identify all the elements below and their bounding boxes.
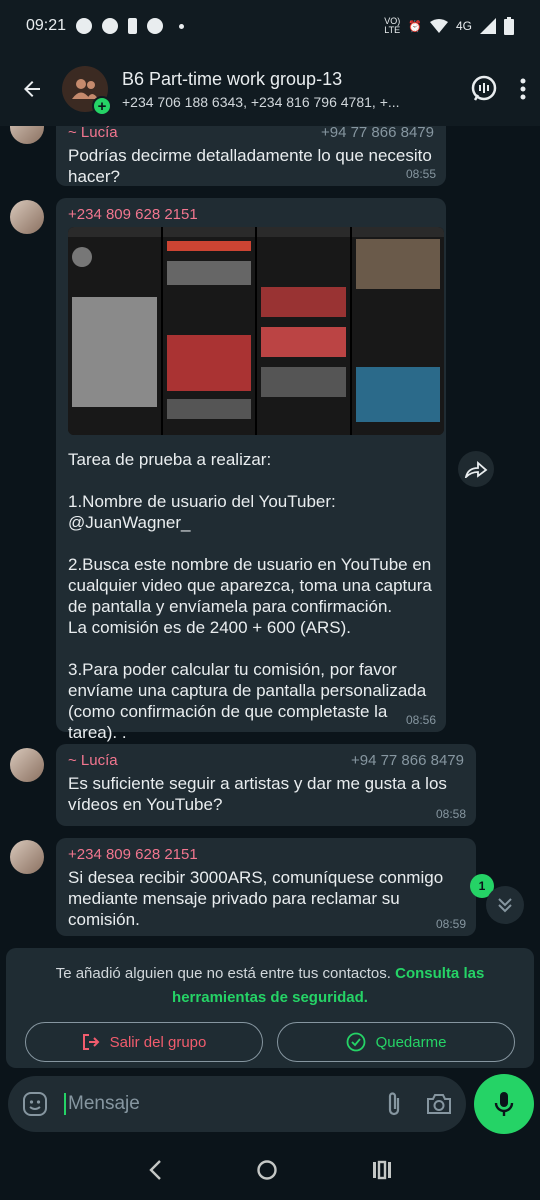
avatar[interactable] — [10, 840, 44, 874]
mic-button[interactable] — [474, 1074, 534, 1134]
chat-header: + B6 Part-time work group-13 +234 706 18… — [0, 52, 540, 126]
status-bar: 09:21 VO) LTE ⏰ 4G — [0, 0, 540, 52]
attach-icon[interactable] — [386, 1090, 402, 1118]
back-nav-icon[interactable] — [147, 1159, 163, 1181]
group-icon — [72, 79, 98, 99]
battery-saver-icon — [128, 18, 138, 34]
message-text: Es suficiente seguir a artistas y dar me… — [68, 774, 452, 814]
image-panel — [257, 227, 352, 435]
message-bubble[interactable]: +234 809 628 2151 Si desea recibir 3000A… — [56, 838, 476, 936]
message-text: Si desea recibir 3000ARS, comuníquese co… — [68, 868, 448, 929]
recents-nav-icon[interactable] — [371, 1159, 393, 1181]
message-bubble[interactable]: +234 809 628 2151 Tarea de prueba a real… — [56, 198, 446, 742]
sender-phone: +94 77 866 8479 — [320, 126, 434, 141]
network-type: 4G — [455, 19, 472, 33]
sender-name: ~ Lucía — [68, 126, 118, 141]
avatar[interactable] — [10, 200, 44, 234]
message-input[interactable] — [64, 1093, 334, 1115]
message-bubble[interactable]: ~ Lucía +94 77 866 8479 Es suficiente se… — [56, 744, 476, 826]
microphone-icon — [494, 1092, 514, 1116]
camera-icon[interactable] — [426, 1093, 452, 1115]
message-time: 08:56 — [405, 713, 436, 727]
message-time: 08:58 — [435, 807, 466, 821]
more-options-icon[interactable] — [520, 78, 526, 100]
group-members: +234 706 188 6343, +234 816 796 4781, +.… — [122, 93, 400, 110]
image-panel — [162, 227, 257, 435]
exit-icon — [82, 1034, 100, 1050]
alarm-icon: ⏰ — [408, 20, 422, 33]
sender-name: ~ Lucía — [68, 752, 118, 769]
message-text: Tarea de prueba a realizar: 1.Nombre de … — [68, 450, 432, 742]
image-panel — [68, 227, 163, 435]
screenshot-image[interactable] — [68, 227, 444, 435]
sender-name: +234 809 628 2151 — [68, 206, 198, 223]
sender-name: +234 809 628 2151 — [68, 846, 198, 863]
avatar[interactable] — [10, 126, 44, 144]
double-chevron-down-icon — [498, 898, 512, 913]
status-time: 09:21 — [26, 17, 67, 34]
voice-chat-icon[interactable] — [470, 75, 498, 103]
message-text: Podrías decirme detalladamente lo que ne… — [68, 146, 437, 186]
message-bubble[interactable]: ~ Lucía +94 77 866 8479 Podrías decirme … — [56, 126, 446, 186]
arrow-left-icon — [24, 81, 40, 97]
volte-icon: VO) LTE — [384, 16, 401, 35]
signal-icon — [480, 18, 496, 34]
add-badge-icon: + — [92, 96, 112, 116]
soccer-icon — [147, 18, 164, 34]
header-info[interactable]: B6 Part-time work group-13 +234 706 188 … — [122, 69, 432, 110]
avatar[interactable] — [10, 748, 44, 782]
safety-banner: Te añadió alguien que no está entre tus … — [6, 948, 534, 1068]
check-circle-icon — [346, 1032, 365, 1052]
leave-group-button[interactable]: Salir del grupo — [25, 1022, 263, 1062]
more-notifications-icon — [179, 23, 185, 29]
facebook-icon — [76, 18, 93, 34]
battery-icon — [504, 17, 514, 35]
stay-label: Quedarme — [375, 1033, 447, 1051]
home-nav-icon[interactable] — [256, 1159, 278, 1181]
chat-area[interactable]: ~ Lucía +94 77 866 8479 Podrías decirme … — [0, 126, 540, 946]
group-title: B6 Part-time work group-13 — [122, 68, 343, 89]
accessibility-icon — [102, 18, 119, 34]
scroll-to-bottom-button[interactable] — [486, 886, 524, 924]
message-composer — [8, 1076, 466, 1132]
message-time: 08:55 — [405, 167, 436, 181]
system-nav-bar — [0, 1140, 540, 1200]
stay-button[interactable]: Quedarme — [277, 1022, 515, 1062]
sender-phone: +94 77 866 8479 — [350, 752, 464, 769]
banner-message: Te añadió alguien que no está entre tus … — [6, 962, 534, 1010]
leave-group-label: Salir del grupo — [109, 1033, 207, 1051]
forward-icon — [464, 461, 488, 478]
image-panel — [351, 227, 444, 435]
group-avatar[interactable]: + — [62, 66, 112, 116]
back-button[interactable] — [14, 71, 50, 107]
wifi-icon — [429, 19, 448, 33]
message-time: 08:59 — [435, 917, 466, 931]
sticker-icon[interactable] — [22, 1091, 48, 1117]
forward-button[interactable] — [458, 451, 494, 487]
banner-text: Te añadió alguien que no está entre tus … — [55, 965, 391, 982]
